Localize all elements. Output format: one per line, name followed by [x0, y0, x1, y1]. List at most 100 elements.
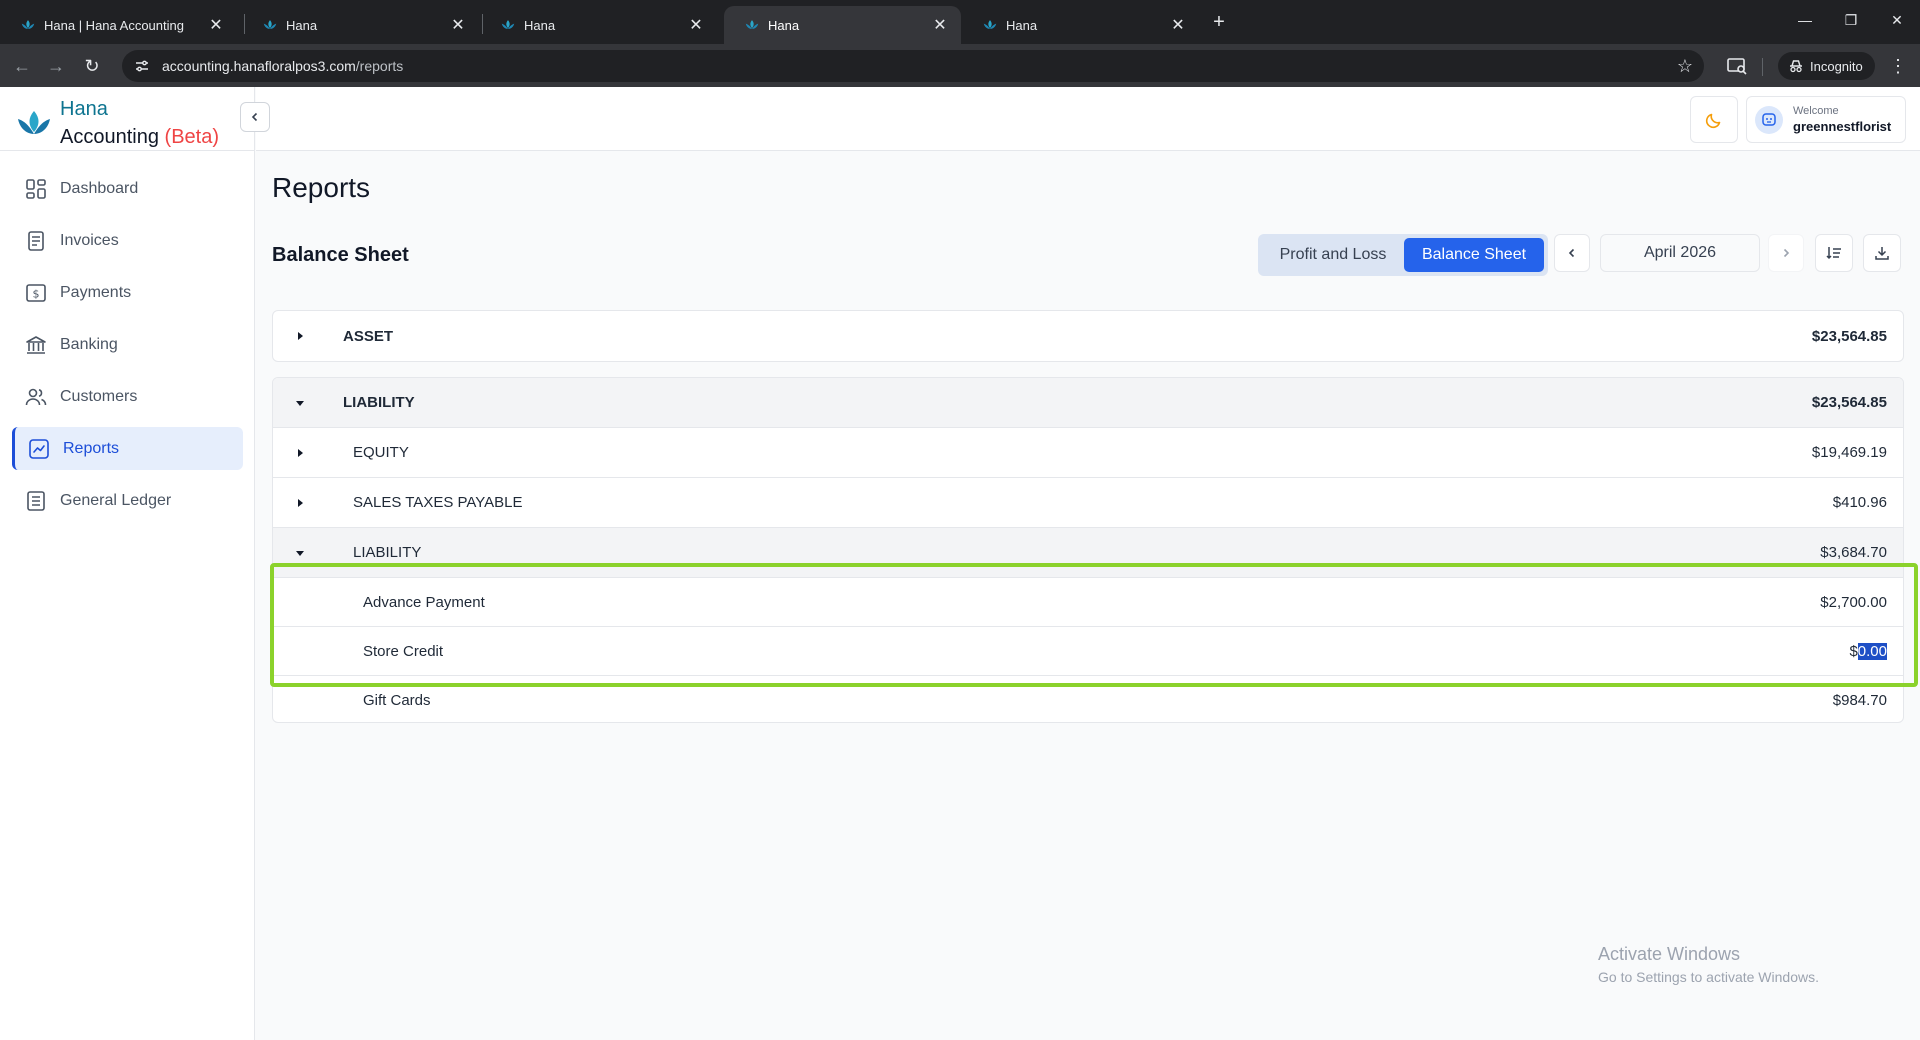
app-root: Hana Accounting (Beta) Dashboard Invoice… [0, 87, 1920, 1040]
row-amount: $23,564.85 [1811, 327, 1887, 345]
user-avatar-icon [1762, 112, 1776, 126]
asset-section: ASSET $23,564.85 [272, 310, 1904, 362]
bookmark-star-icon[interactable]: ☆ [1670, 56, 1700, 77]
browser-toolbar: ← → ↻ accounting.hanafloralpos3.com/repo… [0, 44, 1920, 87]
reload-icon[interactable]: ↻ [78, 52, 106, 80]
profit-and-loss-tab[interactable]: Profit and Loss [1262, 238, 1404, 272]
sort-list-icon [1826, 247, 1841, 260]
payment-icon: $ [26, 283, 46, 302]
balance-sheet-tab[interactable]: Balance Sheet [1404, 238, 1544, 272]
sidebar-item-banking[interactable]: Banking [12, 323, 243, 366]
moon-icon [1705, 113, 1721, 128]
row-amount: $410.96 [1832, 494, 1887, 511]
user-menu[interactable]: Welcome greennestflorist [1746, 96, 1906, 143]
sidebar-nav: Dashboard Invoices $ Payments Banking Cu… [12, 167, 243, 531]
report-row-asset[interactable]: ASSET $23,564.85 [273, 311, 1903, 361]
site-info-icon[interactable] [134, 58, 150, 74]
close-icon[interactable]: ✕ [1169, 15, 1187, 35]
sidebar-item-payments[interactable]: $ Payments [12, 271, 243, 314]
page-title: Reports [272, 172, 371, 203]
sidebar-item-label: Reports [63, 439, 120, 457]
report-row-gift-cards[interactable]: Gift Cards $984.70 [273, 676, 1903, 722]
report-row-equity[interactable]: EQUITY $19,469.19 [273, 428, 1903, 478]
tab-title: Hana [768, 17, 800, 33]
liability-section: LIABILITY $23,564.85 EQUITY $19,469.19 S… [272, 377, 1904, 723]
address-bar[interactable]: accounting.hanafloralpos3.com/reports ☆ [122, 50, 1704, 82]
back-icon[interactable]: ← [8, 52, 36, 80]
tab-title: Hana [286, 17, 318, 33]
forward-icon[interactable]: → [42, 52, 70, 80]
cast-icon[interactable] [1725, 54, 1749, 78]
customers-icon [25, 388, 47, 405]
sidebar-item-general-ledger[interactable]: General Ledger [12, 479, 243, 522]
next-month-button[interactable] [1768, 234, 1804, 272]
browser-tab[interactable]: Hana ✕ [480, 6, 717, 44]
restore-icon[interactable]: ❐ [1828, 0, 1874, 40]
row-label: Store Credit [363, 642, 444, 660]
row-amount: $2,700.00 [1820, 593, 1887, 611]
row-label: EQUITY [353, 444, 409, 461]
chevron-left-icon [251, 112, 258, 122]
report-row-sales-taxes-payable[interactable]: SALES TAXES PAYABLE $410.96 [273, 478, 1903, 528]
brand-subtitle: Accounting [60, 126, 159, 148]
hana-logo-icon [501, 20, 515, 29]
new-tab-icon[interactable]: + [1205, 8, 1233, 36]
url-text: accounting.hanafloralpos3.com/reports [162, 58, 1670, 74]
incognito-label: Incognito [1810, 58, 1863, 74]
sidebar-item-label: Dashboard [60, 179, 139, 197]
welcome-label: Welcome [1793, 104, 1839, 117]
sidebar-item-reports[interactable]: Reports [12, 427, 243, 470]
hana-logo-icon [21, 20, 35, 29]
browser-tab[interactable]: Hana | Hana Accounting ✕ [0, 6, 237, 44]
previous-month-button[interactable] [1554, 234, 1590, 272]
sidebar-item-customers[interactable]: Customers [12, 375, 243, 418]
browser-tab[interactable]: Hana ✕ [962, 6, 1199, 44]
row-amount: $0.00 [1849, 642, 1887, 660]
collapse-sidebar-button[interactable] [240, 102, 270, 132]
theme-toggle-button[interactable] [1690, 96, 1738, 143]
top-bar: Welcome greennestflorist [256, 87, 1920, 151]
browser-tab[interactable]: Hana ✕ [242, 6, 479, 44]
report-row-store-credit[interactable]: Store Credit $0.00 [273, 627, 1903, 676]
caret-down-icon[interactable] [295, 548, 305, 558]
close-icon[interactable]: ✕ [687, 15, 705, 35]
caret-right-icon[interactable] [295, 498, 305, 508]
incognito-badge[interactable]: Incognito [1778, 52, 1875, 80]
beta-badge: (Beta) [164, 126, 219, 148]
caret-right-icon[interactable] [295, 448, 305, 458]
close-icon[interactable]: ✕ [931, 15, 949, 35]
sort-button[interactable] [1815, 234, 1853, 272]
minimize-icon[interactable]: — [1782, 0, 1828, 40]
report-row-liability-sub[interactable]: LIABILITY $3,684.70 [273, 528, 1903, 578]
row-label: SALES TAXES PAYABLE [353, 494, 523, 511]
month-selector[interactable]: April 2026 [1600, 234, 1760, 272]
reports-icon [29, 438, 49, 459]
browser-menu-icon[interactable]: ⋮ [1886, 52, 1910, 80]
close-icon[interactable]: ✕ [207, 15, 225, 35]
amount-prefix: $ [1849, 642, 1858, 660]
windows-watermark: Activate Windows Go to Settings to activ… [1598, 944, 1819, 985]
sidebar: Hana Accounting (Beta) Dashboard Invoice… [0, 87, 255, 1040]
report-row-liability[interactable]: LIABILITY $23,564.85 [273, 378, 1903, 428]
row-amount: $19,469.19 [1811, 444, 1887, 461]
download-icon [1875, 247, 1889, 260]
browser-tab-active[interactable]: Hana ✕ [724, 6, 961, 44]
window-close-icon[interactable]: ✕ [1874, 0, 1920, 40]
invoice-icon [28, 230, 44, 251]
sidebar-item-label: Banking [60, 335, 118, 353]
chevron-right-icon [1783, 248, 1790, 258]
row-amount: $23,564.85 [1811, 394, 1887, 411]
sidebar-item-label: Payments [60, 283, 132, 301]
main-content: Reports Balance Sheet Profit and Loss Ba… [256, 152, 1920, 1040]
caret-down-icon[interactable] [295, 398, 305, 408]
row-label: LIABILITY [353, 544, 422, 561]
download-button[interactable] [1863, 234, 1901, 272]
brand[interactable]: Hana Accounting (Beta) [16, 95, 219, 151]
sidebar-item-invoices[interactable]: Invoices [12, 219, 243, 262]
caret-right-icon[interactable] [295, 331, 305, 341]
close-icon[interactable]: ✕ [449, 15, 467, 35]
chevron-left-icon [1568, 248, 1575, 258]
hana-logo-icon [263, 20, 277, 29]
sidebar-item-dashboard[interactable]: Dashboard [12, 167, 243, 210]
report-row-advance-payment[interactable]: Advance Payment $2,700.00 [273, 578, 1903, 627]
